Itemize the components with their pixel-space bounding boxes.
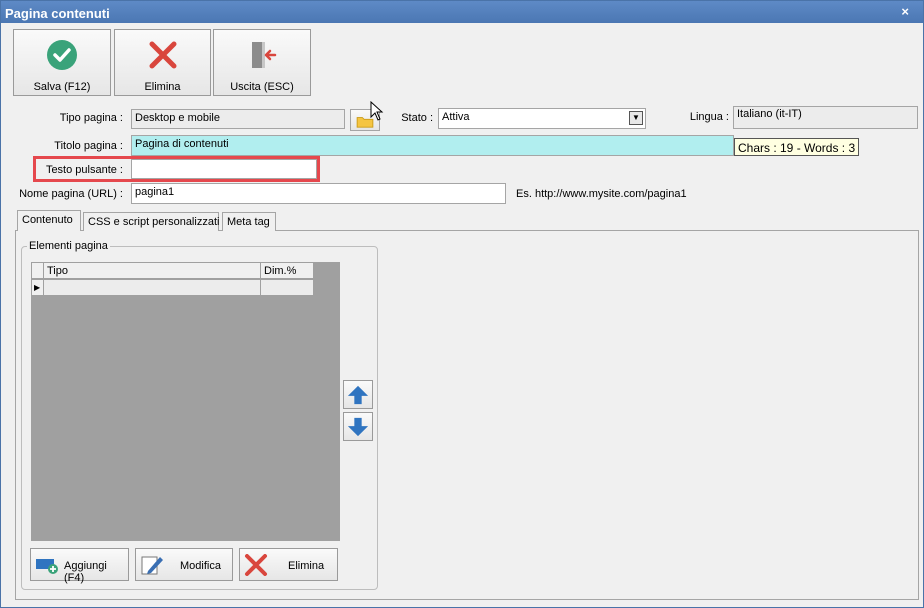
elementi-pagina-grid[interactable]: Tipo Dim.% ▶ [31,262,340,541]
move-down-button[interactable] [343,412,373,441]
add-element-button[interactable]: Aggiungi (F4) [30,548,129,584]
titolo-pagina-input[interactable]: Pagina di contenuti [131,135,734,156]
url-example-text: Es. http://www.mysite.com/pagina1 [516,188,687,200]
titolo-pagina-label: Titolo pagina : [54,140,123,152]
arrow-down-icon [347,417,369,437]
delete-element-button[interactable]: Elimina [239,548,338,581]
grid-corner-header [32,263,44,279]
exit-button-label: Uscita (ESC) [230,81,294,93]
save-button[interactable]: Salva (F12) [13,29,111,96]
edit-element-button[interactable]: Modifica [135,548,233,581]
title-bar: Pagina contenuti × [1,1,923,23]
elementi-pagina-legend: Elementi pagina [27,240,110,252]
tab-contenuto[interactable]: Contenuto [17,210,81,231]
tab-css-script[interactable]: CSS e script personalizzati [83,212,219,231]
move-up-button[interactable] [343,380,373,409]
chevron-down-icon[interactable]: ▼ [629,111,643,125]
tipo-pagina-field[interactable]: Desktop e mobile [131,109,345,129]
checkmark-circle-icon [47,40,77,70]
row-indicator-icon: ▶ [32,280,44,296]
edit-element-label: Modifica [180,560,221,572]
lingua-field[interactable]: Italiano (it-IT) [733,106,918,129]
save-button-label: Salva (F12) [33,81,91,93]
stato-select-value: Attiva [442,111,470,123]
grid-new-row-tipo[interactable] [44,280,261,296]
x-cross-icon [245,554,267,576]
nome-pagina-label: Nome pagina (URL) : [19,188,123,200]
lingua-label: Lingua : [689,111,729,123]
close-icon[interactable]: × [901,4,909,19]
testo-pulsante-input[interactable] [131,159,317,179]
tab-meta-tag[interactable]: Meta tag [222,212,276,231]
add-element-label: Aggiungi (F4) [64,560,107,584]
grid-new-row-dim[interactable] [261,280,314,296]
arrow-up-icon [347,385,369,405]
window-title: Pagina contenuti [5,6,110,21]
character-count-tooltip: Chars : 19 - Words : 3 [734,138,860,156]
mouse-cursor-icon [370,101,384,121]
grid-header-dim[interactable]: Dim.% [261,263,314,279]
add-element-icon [36,559,58,574]
edit-pencil-icon [141,556,163,575]
x-cross-icon [149,41,176,69]
stato-label: Stato : [401,112,433,124]
exit-button[interactable]: Uscita (ESC) [213,29,311,96]
grid-header-tipo[interactable]: Tipo [44,263,261,279]
delete-element-label: Elimina [288,560,325,572]
testo-pulsante-label: Testo pulsante : [45,164,123,176]
delete-button[interactable]: Elimina [114,29,211,96]
nome-pagina-input[interactable]: pagina1 [131,183,506,204]
delete-button-label: Elimina [144,81,181,93]
stato-select[interactable]: Attiva ▼ [438,108,646,129]
window: Pagina contenuti × Salva (F12) Elimina U… [0,0,924,608]
door-exit-icon [252,42,277,68]
tipo-pagina-label: Tipo pagina : [59,112,123,124]
